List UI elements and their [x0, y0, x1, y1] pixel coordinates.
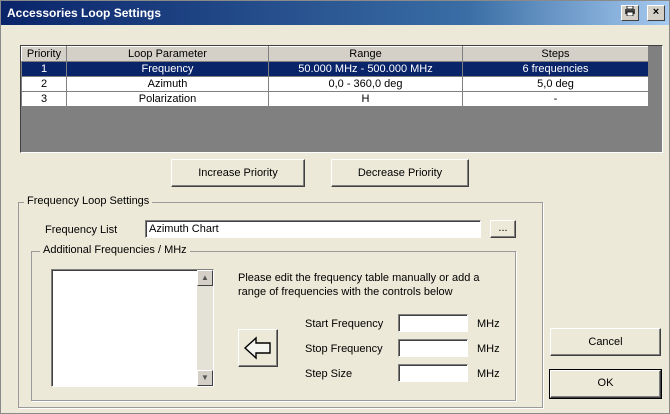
arrow-left-icon: [243, 336, 271, 360]
window-title: Accessories Loop Settings: [7, 6, 162, 20]
step-size-unit: MHz: [477, 368, 500, 380]
close-icon[interactable]: ×: [647, 5, 665, 21]
cell-priority: 3: [21, 91, 67, 107]
decrease-priority-button[interactable]: Decrease Priority: [331, 159, 469, 187]
accessories-loop-settings-dialog: Accessories Loop Settings × Priority Loo…: [0, 0, 670, 414]
ok-button[interactable]: OK: [549, 369, 662, 399]
table-row[interactable]: 1 Frequency 50.000 MHz - 500.000 MHz 6 f…: [21, 61, 649, 77]
column-header-priority[interactable]: Priority: [21, 46, 67, 62]
cell-range: 50.000 MHz - 500.000 MHz: [268, 61, 463, 77]
table-row[interactable]: 2 Azimuth 0,0 - 360,0 deg 5,0 deg: [21, 76, 649, 92]
title-bar: Accessories Loop Settings ×: [1, 1, 669, 25]
frequency-instructions: Please edit the frequency table manually…: [238, 272, 480, 298]
printer-icon[interactable]: [621, 5, 639, 21]
loop-parameter-table: Priority Loop Parameter Range Steps 1 Fr…: [20, 45, 663, 153]
start-frequency-input[interactable]: [398, 314, 468, 332]
column-header-range[interactable]: Range: [268, 46, 463, 62]
stop-frequency-unit: MHz: [477, 343, 500, 355]
stop-frequency-label: Stop Frequency: [305, 343, 383, 355]
start-frequency-unit: MHz: [477, 318, 500, 330]
scroll-down-icon[interactable]: ▼: [197, 370, 213, 386]
cell-parameter: Frequency: [66, 61, 269, 77]
cancel-button[interactable]: Cancel: [550, 328, 661, 356]
table-row[interactable]: 3 Polarization H -: [21, 91, 649, 107]
frequency-list-field[interactable]: Azimuth Chart: [145, 220, 481, 238]
step-size-label: Step Size: [305, 368, 353, 380]
step-size-input[interactable]: [398, 364, 468, 382]
scroll-up-icon[interactable]: ▲: [197, 270, 213, 286]
stop-frequency-input[interactable]: [398, 339, 468, 357]
column-header-loop-parameter[interactable]: Loop Parameter: [66, 46, 269, 62]
cell-steps: 6 frequencies: [462, 61, 649, 77]
additional-frequencies-list[interactable]: ▲ ▼: [51, 269, 214, 387]
start-frequency-label: Start Frequency: [305, 318, 384, 330]
table-header-row: Priority Loop Parameter Range Steps: [21, 46, 649, 62]
cell-parameter: Polarization: [66, 91, 269, 107]
cell-range: H: [268, 91, 463, 107]
cell-parameter: Azimuth: [66, 76, 269, 92]
frequency-list-label: Frequency List: [45, 224, 118, 236]
increase-priority-button[interactable]: Increase Priority: [171, 159, 305, 187]
cell-range: 0,0 - 360,0 deg: [268, 76, 463, 92]
cell-steps: -: [462, 91, 649, 107]
additional-frequencies-title: Additional Frequencies / MHz: [40, 244, 190, 256]
frequency-loop-group-title: Frequency Loop Settings: [24, 195, 153, 207]
cell-priority: 2: [21, 76, 67, 92]
list-scrollbar[interactable]: ▲ ▼: [197, 270, 213, 386]
column-header-steps[interactable]: Steps: [462, 46, 649, 62]
cell-priority: 1: [21, 61, 67, 77]
add-frequencies-button[interactable]: [238, 329, 278, 367]
cell-steps: 5,0 deg: [462, 76, 649, 92]
browse-button[interactable]: ...: [490, 220, 516, 238]
